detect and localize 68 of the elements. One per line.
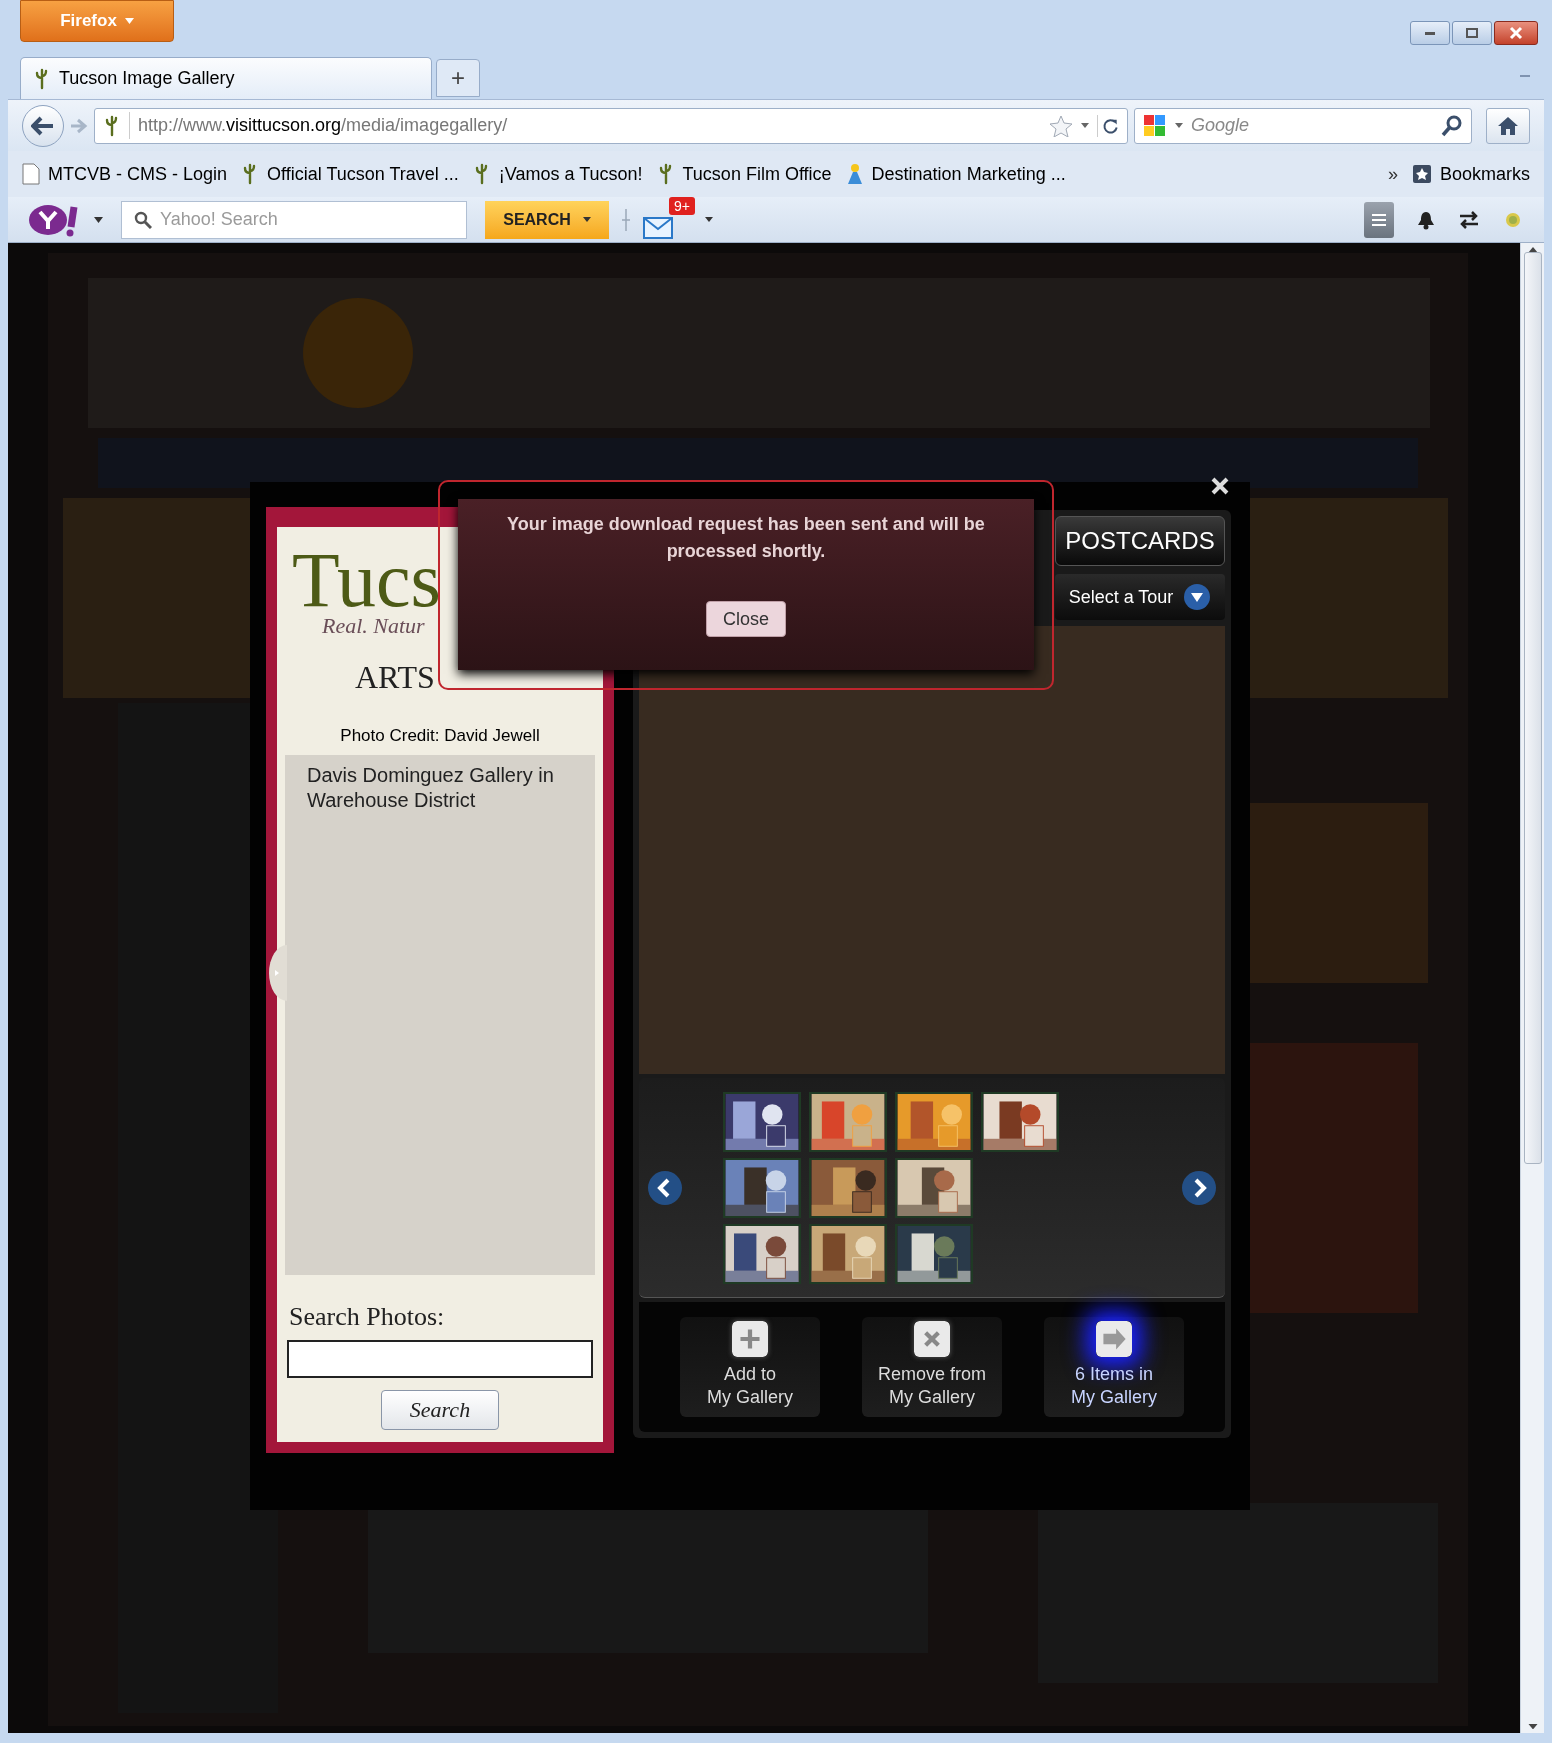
close-window-button[interactable] xyxy=(1494,21,1538,45)
list-icon xyxy=(1371,212,1387,227)
bookmark-link[interactable]: ¡Vamos a Tucson! xyxy=(472,160,643,188)
list-button[interactable] xyxy=(1364,201,1394,238)
bookmarks-menu-button[interactable]: Bookmarks xyxy=(1411,160,1530,188)
collapse-tab-icon[interactable] xyxy=(269,945,287,1001)
close-icon xyxy=(1509,26,1523,40)
search-placeholder: Yahoo! Search xyxy=(160,208,278,231)
close-icon xyxy=(914,1321,950,1357)
caret-icon[interactable] xyxy=(94,216,103,223)
bookmarks-icon xyxy=(1411,164,1432,184)
swap-arrows-icon[interactable] xyxy=(1458,210,1480,229)
bookmark-link[interactable]: Destination Marketing ... xyxy=(845,160,1066,188)
scroll-down-icon xyxy=(1527,1723,1538,1729)
caret-icon xyxy=(582,217,591,222)
tab-title: Tucson Image Gallery xyxy=(59,67,235,90)
close-icon xyxy=(1211,477,1229,495)
caret-icon xyxy=(124,18,134,24)
reload-icon[interactable] xyxy=(1097,114,1119,137)
photo-caption: Davis Dominguez Gallery in Warehouse District xyxy=(285,754,595,1275)
home-icon xyxy=(1497,115,1519,136)
tour-dropdown[interactable]: Select a Tour xyxy=(1055,574,1225,620)
postcards-tab[interactable]: POSTCARDS xyxy=(1055,516,1225,566)
back-button[interactable] xyxy=(22,104,64,147)
bell-icon[interactable] xyxy=(1416,209,1436,230)
search-icon xyxy=(134,210,152,229)
maximize-button[interactable] xyxy=(1452,21,1492,45)
photo-credit: Photo Credit: David Jewell xyxy=(339,725,541,747)
bookmark-link[interactable]: Tucson Film Office xyxy=(656,160,832,188)
search-button[interactable]: SEARCH xyxy=(485,200,609,239)
logo-text: Tucs xyxy=(292,545,442,615)
mail-button[interactable]: 9+ xyxy=(643,200,695,239)
plus-icon xyxy=(732,1321,768,1357)
alert-message: Your image download request has been sent and will be processed shortly. xyxy=(506,513,986,563)
figure-icon xyxy=(845,163,864,185)
toolbar-separator-icon xyxy=(619,208,633,231)
new-tab-button[interactable]: + xyxy=(436,59,480,97)
remove-from-gallery-button[interactable]: Remove from My Gallery xyxy=(862,1317,1002,1417)
bookmark-star-icon[interactable] xyxy=(1049,114,1073,137)
envelope-icon xyxy=(643,216,673,239)
minimize-button[interactable] xyxy=(1410,21,1450,45)
caret-icon xyxy=(1175,123,1183,128)
caret-icon[interactable] xyxy=(705,217,713,222)
search-button[interactable]: Search xyxy=(381,1389,499,1430)
bookmark-link[interactable]: MTCVB - CMS - Login xyxy=(22,160,228,188)
category-title: ARTS xyxy=(355,659,435,695)
back-arrow-icon xyxy=(31,115,55,136)
logo-tagline: Real. Natur xyxy=(321,615,426,637)
search-photos-field[interactable] xyxy=(287,1339,593,1378)
search-placeholder: Google xyxy=(1191,114,1251,137)
search-engine-icon xyxy=(1143,113,1167,138)
minimize-icon xyxy=(1425,31,1435,35)
my-gallery-button[interactable]: 6 Items in My Gallery xyxy=(1044,1317,1184,1417)
caret-icon[interactable] xyxy=(1081,123,1089,128)
home-button[interactable] xyxy=(1486,107,1530,144)
browser-tab[interactable]: Tucson Image Gallery xyxy=(20,57,432,99)
overflow-button[interactable]: » xyxy=(1387,160,1398,188)
search-label: Search Photos: xyxy=(288,1300,446,1333)
add-to-gallery-button[interactable]: Add to My Gallery xyxy=(680,1317,820,1417)
url-text: http://www.visittucson.org/media/imagegallery/ xyxy=(129,112,1041,139)
close-alert-button[interactable]: Close xyxy=(706,601,786,637)
search-icon[interactable] xyxy=(1441,114,1463,137)
page-icon xyxy=(22,163,40,185)
scrollbar[interactable] xyxy=(1520,243,1544,1733)
bookmark-link[interactable]: Official Tucson Travel ... xyxy=(241,160,459,188)
maximize-icon xyxy=(1466,28,1478,38)
search-field[interactable]: Google xyxy=(1134,107,1472,144)
address-bar[interactable]: http://www.visittucson.org/media/imagegallery/ xyxy=(94,107,1128,144)
